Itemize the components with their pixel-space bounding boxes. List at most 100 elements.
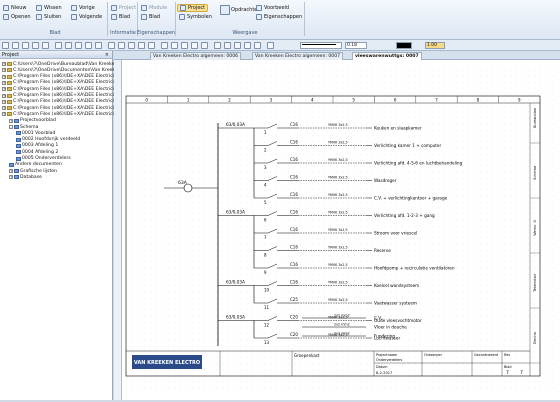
expand-icon[interactable]: + (2, 80, 6, 85)
info-sheet-button[interactable]: Blad (111, 13, 130, 21)
copy-icon[interactable] (55, 42, 62, 49)
delete-sheet-button[interactable]: Wissen (36, 4, 62, 12)
circuit-number: 13 (264, 340, 270, 345)
view-properties-button[interactable]: Eigenschappen (256, 13, 302, 21)
schematic-svg[interactable]: 0 1 2 3 4 5 6 7 8 9BureaubladSchemaWerkn. 0Tekenb… (122, 60, 560, 400)
tree-item[interactable]: 0003 Afdeling 1 (16, 143, 58, 149)
expand-icon[interactable]: + (2, 68, 6, 73)
tree-item[interactable]: + C:\Users\?\OneDrive\Documenten\Van Kree… (2, 67, 121, 73)
new-icon[interactable] (2, 42, 9, 49)
tab-sheet-0007[interactable]: Van Kreeken Electro algemeen: 0007 (252, 52, 344, 60)
tree-item[interactable]: + C:\Users\?\OneDrive\Bureaublad\Van Kree… (2, 61, 117, 67)
close-sheet-button[interactable]: Sluiten (36, 13, 61, 21)
new-sheet-button[interactable]: Nieuw (3, 4, 26, 12)
previous-sheet-button[interactable]: Vorige (71, 4, 95, 12)
collapse-icon[interactable]: - (9, 125, 13, 129)
drawing-canvas[interactable]: 0 1 2 3 4 5 6 7 8 9 Bureaublad Schema Werkn. 0 Tekenb… (114, 60, 560, 400)
expand-icon[interactable]: + (2, 99, 6, 104)
undo-icon[interactable] (75, 42, 82, 49)
move-icon[interactable] (201, 42, 208, 49)
view-preview-button[interactable]: Voorbeeld (256, 4, 289, 12)
tree-item[interactable]: + C:\Program Files (x86)\IDE+XA\DEE Elect… (2, 93, 114, 99)
expand-icon[interactable]: + (9, 118, 13, 123)
tab-sheet-0006[interactable]: Van Kreeken Electro algemeen: 0006 (150, 52, 242, 60)
tree-item[interactable]: Andere documenten (9, 162, 62, 168)
expand-icon[interactable]: + (9, 169, 13, 174)
color-picker[interactable] (396, 42, 412, 49)
info-project-button[interactable]: Project (111, 4, 136, 12)
side-label: Electro (533, 332, 537, 344)
column-number: 3 (270, 98, 273, 103)
rectangle-icon[interactable] (161, 42, 168, 49)
tree-item[interactable]: + Projectvoorblad (9, 118, 56, 124)
circuit-description: C.V. + verlichtingkantoor + garage (374, 196, 448, 201)
text-icon[interactable] (191, 42, 198, 49)
close-panel-button[interactable]: × (105, 52, 109, 58)
properties-module-button[interactable]: Module (141, 4, 167, 12)
expand-icon[interactable]: + (2, 106, 6, 111)
schematic-sheet[interactable]: 0 1 2 3 4 5 6 7 8 9 Bureaublad Schema Werkn. 0 Tekenb… (122, 60, 560, 400)
view-commands-button[interactable]: Opdrachten (220, 4, 261, 16)
scale-field[interactable]: 1.00 (425, 42, 445, 49)
tree-item[interactable]: + Grafische lijsten (9, 168, 57, 174)
open-folder-icon (3, 14, 9, 20)
save-icon[interactable] (22, 42, 29, 49)
line-width-field[interactable]: 0.18 (345, 42, 367, 49)
properties-sheet-button[interactable]: Blad (141, 13, 160, 21)
column-number: 8 (477, 98, 480, 103)
arc-icon[interactable] (181, 42, 188, 49)
expand-icon[interactable]: + (2, 74, 6, 79)
tree-item[interactable]: - Schema (9, 124, 38, 130)
breaker-symbol (267, 228, 278, 234)
expand-icon[interactable]: + (9, 175, 13, 180)
view-symbols-button[interactable]: Symbolen (179, 13, 212, 21)
line-icon[interactable] (148, 42, 155, 49)
tree-item[interactable]: 0004 Afdeling 2 (16, 149, 58, 155)
breaker-rating: C16 (290, 210, 298, 215)
print-icon[interactable] (32, 42, 39, 49)
expand-icon[interactable]: + (2, 87, 6, 92)
open-icon[interactable] (12, 42, 19, 49)
next-sheet-button[interactable]: Volgende (71, 13, 102, 21)
circle-icon[interactable] (171, 42, 178, 49)
mirror-icon[interactable] (224, 42, 231, 49)
snap-icon[interactable] (244, 42, 251, 49)
tree-item[interactable]: + C:\Program Files (x86)\IDE+XA\DEE Elect… (2, 74, 114, 80)
circuit-description: Keuken en slaapkamer (374, 126, 422, 131)
layer-icon[interactable] (254, 42, 261, 49)
redo-icon[interactable] (85, 42, 92, 49)
pan-icon[interactable] (128, 42, 135, 49)
tree-item[interactable]: + C:\Program Files (x86)\IDE+XA\DEE Elect… (2, 99, 114, 105)
tree-item[interactable]: + C:\Program Files (x86)\IDE+XA\DEE Elect… (2, 105, 114, 111)
line-style-dropdown[interactable] (300, 42, 342, 49)
tree-item[interactable]: 0001 Voorblad (16, 130, 55, 136)
zoom-out-icon[interactable] (108, 42, 115, 49)
open-sheet-button[interactable]: Openen (3, 13, 31, 21)
zoom-fit-icon[interactable] (118, 42, 125, 49)
tree-item[interactable]: + Database (9, 174, 42, 180)
folder-icon (7, 80, 12, 85)
tree-item-label: 0005 Onderverdelers (22, 156, 71, 161)
cable-type: YMVK 3x2,5 (328, 263, 348, 267)
tree-item[interactable]: 0002 Hoofdvrijk verdeeld (16, 137, 80, 143)
grid-icon[interactable] (234, 42, 241, 49)
tree-item-label: C:\Program Files (x86)\IDE+XA\DEE Electr… (13, 111, 114, 117)
tree-item[interactable]: + C:\Program Files (x86)\IDE+XA\DEE Elect… (2, 80, 114, 86)
rotate-icon[interactable] (214, 42, 221, 49)
tree-item[interactable]: 0005 Onderverdelers (16, 156, 71, 162)
expand-icon[interactable]: + (2, 93, 6, 98)
view-project-button[interactable]: Project (177, 4, 209, 12)
paste-icon[interactable] (65, 42, 72, 49)
tree-item[interactable]: + C:\Program Files (x86)\IDE+XA\DEE Elect… (2, 111, 114, 117)
tab-active-sheet[interactable]: vleeswarenwuttgs: 0007 (352, 52, 422, 60)
select-icon[interactable] (138, 42, 145, 49)
pen-icon[interactable] (267, 42, 274, 49)
cut-icon[interactable] (42, 42, 49, 49)
expand-icon[interactable]: + (2, 62, 6, 66)
date-label: Datum (376, 365, 388, 369)
expand-icon[interactable]: + (2, 112, 6, 117)
aux-description: Vloer in douche (374, 325, 407, 330)
tree-item[interactable]: + C:\Program Files (x86)\IDE+XA\DEE Elect… (2, 86, 114, 92)
zoom-in-icon[interactable] (95, 42, 102, 49)
folder-icon (7, 112, 12, 117)
